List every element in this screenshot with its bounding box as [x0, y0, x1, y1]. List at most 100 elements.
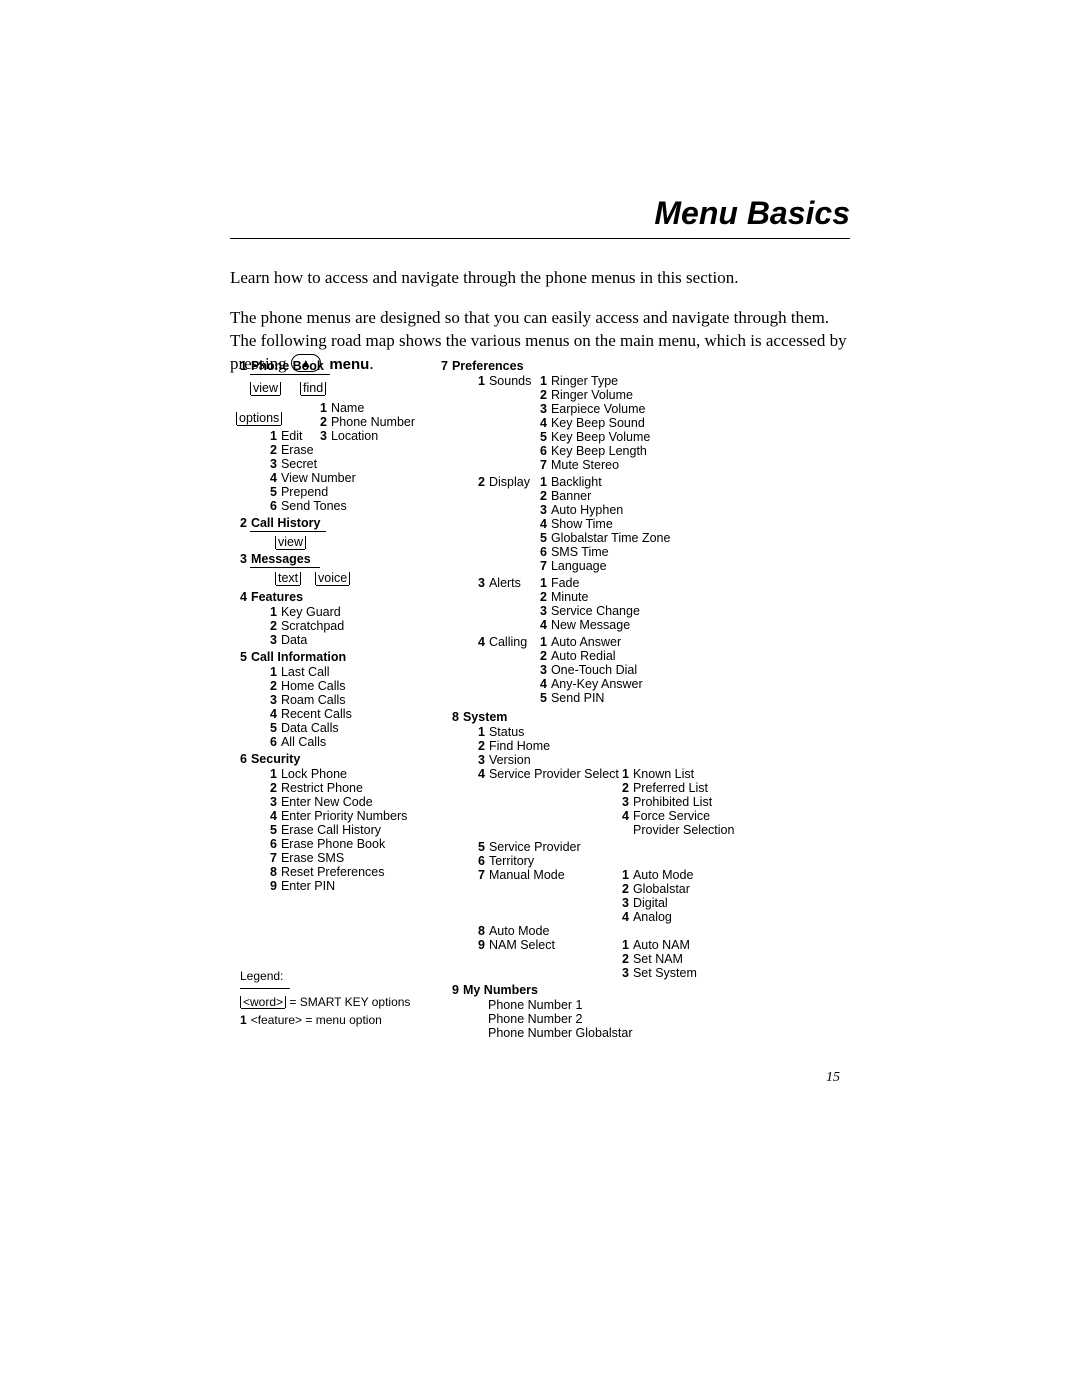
myn-2: Phone Number 2: [488, 1013, 583, 1026]
dsp-autohyphen: 3Auto Hyphen: [540, 504, 623, 517]
section-system: 8System: [452, 711, 507, 724]
sps-force-2: Provider Selection: [633, 824, 734, 837]
snd-kb-len: 6Key Beep Length: [540, 445, 647, 458]
sec-erasepb: 6Erase Phone Book: [270, 838, 385, 851]
sys-version: 3Version: [478, 754, 531, 767]
section-security: 6Security: [240, 753, 300, 766]
smartkey-view: view: [250, 382, 281, 396]
call-autored: 2Auto Redial: [540, 650, 616, 663]
call-onetouch: 3One-Touch Dial: [540, 664, 637, 677]
alr-fade: 1Fade: [540, 577, 579, 590]
opt-erase: 2Erase: [270, 444, 314, 457]
dsp-language: 7Language: [540, 560, 607, 573]
smartkey-view-history: view: [275, 536, 306, 550]
nam-setsys: 3Set System: [622, 967, 697, 980]
sec-priority: 4Enter Priority Numbers: [270, 810, 407, 823]
pref-display: 2Display: [478, 476, 530, 489]
sps-known: 1Known List: [622, 768, 694, 781]
section-call-information: 5Call Information: [240, 651, 346, 664]
mm-auto: 1Auto Mode: [622, 869, 693, 882]
myn-1: Phone Number 1: [488, 999, 583, 1012]
pref-alerts: 3Alerts: [478, 577, 521, 590]
find-phone: 2Phone Number: [320, 416, 415, 429]
legend-line-2: 1<feature> = menu option: [240, 1014, 382, 1026]
sps-pref: 2Preferred List: [622, 782, 708, 795]
dsp-smstime: 6SMS Time: [540, 546, 609, 559]
sec-restrict: 2Restrict Phone: [270, 782, 363, 795]
smartkey-text: text: [275, 572, 301, 586]
sec-erasech: 5Erase Call History: [270, 824, 381, 837]
snd-ringer-vol: 2Ringer Volume: [540, 389, 633, 402]
opt-edit: 1Edit: [270, 430, 303, 443]
mm-gstar: 2Globalstar: [622, 883, 690, 896]
sys-sps: 4Service Provider Select: [478, 768, 619, 781]
intro-tail: .: [369, 354, 373, 373]
menu-keyword: menu: [329, 356, 369, 373]
opt-sendtones: 6Send Tones: [270, 500, 347, 513]
mm-analog: 4Analog: [622, 911, 672, 924]
sys-automode: 8Auto Mode: [478, 925, 549, 938]
call-sendpin: 5Send PIN: [540, 692, 604, 705]
sps-proh: 3Prohibited List: [622, 796, 712, 809]
sys-namsel: 9NAM Select: [478, 939, 555, 952]
feat-scratchpad: 2Scratchpad: [270, 620, 344, 633]
smartkey-voice: voice: [315, 572, 350, 586]
sys-manual: 7Manual Mode: [478, 869, 565, 882]
sys-territory: 6Territory: [478, 855, 534, 868]
page-number: 15: [826, 1070, 840, 1086]
opt-viewnum: 4View Number: [270, 472, 356, 485]
nam-set: 2Set NAM: [622, 953, 683, 966]
dsp-showtime: 4Show Time: [540, 518, 613, 531]
myn-gs: Phone Number Globalstar: [488, 1027, 633, 1040]
snd-ringer-type: 1Ringer Type: [540, 375, 618, 388]
alr-svcchg: 3Service Change: [540, 605, 640, 618]
sys-sp: 5Service Provider: [478, 841, 581, 854]
call-autoans: 1Auto Answer: [540, 636, 621, 649]
legend-line-1: <word> = SMART KEY options: [240, 996, 410, 1009]
smartkey-find: find: [300, 382, 326, 396]
opt-secret: 3Secret: [270, 458, 317, 471]
find-location: 3Location: [320, 430, 378, 443]
section-call-history: 2Call History: [240, 517, 320, 530]
snd-earpiece-vol: 3Earpiece Volume: [540, 403, 645, 416]
legend-heading: Legend:: [240, 970, 283, 982]
snd-mute-stereo: 7Mute Stereo: [540, 459, 619, 472]
sec-newcode: 3Enter New Code: [270, 796, 373, 809]
pref-calling: 4Calling: [478, 636, 527, 649]
alr-newmsg: 4New Message: [540, 619, 630, 632]
alr-minute: 2Minute: [540, 591, 588, 604]
page-title: Menu Basics: [230, 195, 850, 239]
sec-resetpref: 8Reset Preferences: [270, 866, 384, 879]
dsp-gstz: 5Globalstar Time Zone: [540, 532, 670, 545]
call-anykey: 4Any-Key Answer: [540, 678, 643, 691]
ci-home: 2Home Calls: [270, 680, 346, 693]
sec-lock: 1Lock Phone: [270, 768, 347, 781]
pref-sounds: 1Sounds: [478, 375, 531, 388]
ci-all: 6All Calls: [270, 736, 326, 749]
mm-digital: 3Digital: [622, 897, 668, 910]
ci-recent: 4Recent Calls: [270, 708, 352, 721]
nam-auto: 1Auto NAM: [622, 939, 690, 952]
sys-findhome: 2Find Home: [478, 740, 550, 753]
dsp-banner: 2Banner: [540, 490, 591, 503]
find-name: 1Name: [320, 402, 364, 415]
feat-data: 3Data: [270, 634, 307, 647]
sps-force: 4Force Service: [622, 810, 710, 823]
snd-kb-sound: 4Key Beep Sound: [540, 417, 645, 430]
sys-status: 1Status: [478, 726, 524, 739]
ci-last: 1Last Call: [270, 666, 330, 679]
intro-para-1: Learn how to access and navigate through…: [230, 267, 850, 290]
section-features: 4Features: [240, 591, 303, 604]
section-phone-book: 1Phone Book: [240, 360, 324, 373]
section-my-numbers: 9My Numbers: [452, 984, 538, 997]
opt-prepend: 5Prepend: [270, 486, 328, 499]
ci-roam: 3Roam Calls: [270, 694, 346, 707]
sec-enterpin: 9Enter PIN: [270, 880, 335, 893]
smartkey-options: options: [236, 412, 282, 426]
section-preferences: 7Preferences: [441, 360, 524, 373]
section-messages: 3Messages: [240, 553, 311, 566]
feat-keyguard: 1Key Guard: [270, 606, 341, 619]
dsp-backlight: 1Backlight: [540, 476, 602, 489]
snd-kb-vol: 5Key Beep Volume: [540, 431, 650, 444]
ci-data: 5Data Calls: [270, 722, 339, 735]
